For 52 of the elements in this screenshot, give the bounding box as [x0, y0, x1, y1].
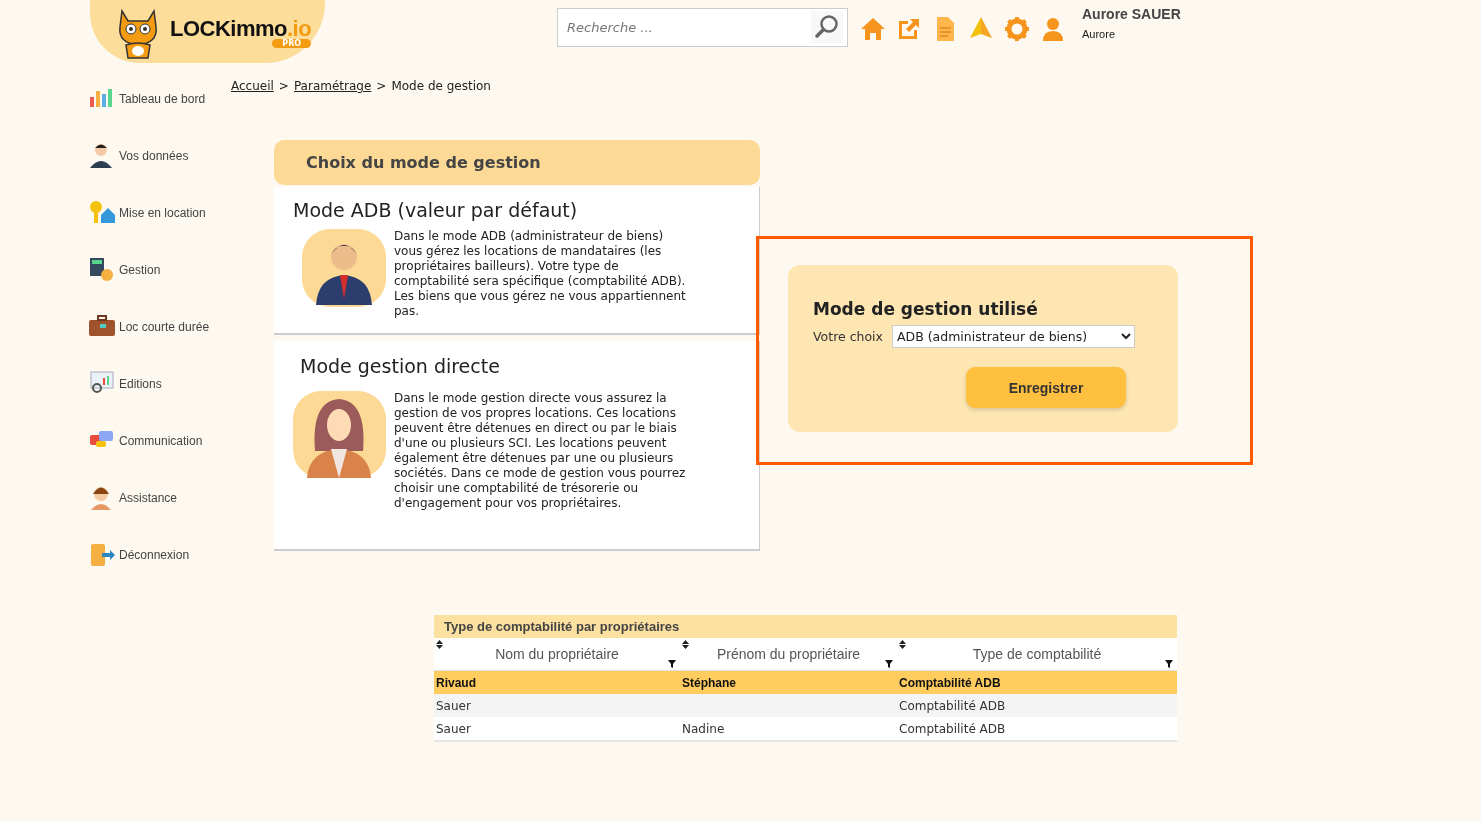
breadcrumb-link[interactable]: Paramétrage [293, 79, 372, 93]
panel-header: Choix du mode de gestion [274, 140, 760, 185]
table-cell-text: Nadine [681, 720, 726, 738]
sort-icon[interactable] [436, 640, 443, 649]
field-label: Votre choix [813, 329, 883, 344]
sidebar-item[interactable]: Déconnexion [88, 526, 231, 583]
filter-icon[interactable] [885, 660, 893, 668]
table-row[interactable]: Sauer Comptabilité ADB [434, 694, 1177, 717]
card-description: Dans le mode gestion directe vous assurez la gestion de vos propres locations. Ces locations peuvent être détenues en direct ou par le biais d'une ou plusieurs SCI. Les locations peuvent également être détenues par une ou plusieurs sociétés. Dans ce mode de gestion vous pourrez choisir une comptabilité de trésorerie ou d'engagement pour vos propriétaires. [394, 391, 687, 511]
mode-select[interactable]: ADB (administrateur de biens) [892, 325, 1135, 348]
sidebar-item[interactable]: Vos données [88, 127, 231, 184]
table-row[interactable]: Rivaud Stéphane Comptabilité ADB [434, 671, 1177, 694]
card-title: Mode ADB (valeur par défaut) [293, 199, 579, 221]
card-title: Mode gestion directe [300, 355, 501, 377]
table-cell-text: Comptabilité ADB [898, 720, 1007, 738]
user-name: Aurore SAUER [1082, 6, 1181, 22]
breadcrumb-current: Mode de gestion [391, 79, 491, 93]
table-row[interactable]: Sauer Nadine Comptabilité ADB [434, 717, 1177, 740]
search-field[interactable]: Recherche ... [557, 8, 848, 47]
filter-icon[interactable] [1165, 660, 1173, 668]
logo-badge: PRO [272, 38, 312, 48]
table-cell-text: Comptabilité ADB [898, 697, 1007, 715]
breadcrumb-separator: > [278, 79, 289, 93]
sidebar-item[interactable]: Mise en location [88, 184, 231, 241]
table-cell-text: Sauer [435, 697, 472, 715]
search-icon[interactable] [811, 11, 843, 43]
breadcrumb-link[interactable]: Accueil [231, 79, 274, 93]
save-button[interactable]: Enregistrer [966, 367, 1126, 408]
table-cell-text: Stéphane [681, 674, 737, 692]
settings-title: Mode de gestion utilisé [813, 299, 1039, 319]
table-title: Type de comptabilité par propriétaires [434, 615, 1177, 638]
sidebar-item[interactable]: Communication [88, 412, 231, 469]
woman-avatar-icon [293, 391, 386, 478]
column-header[interactable]: Type de comptabilité [897, 638, 1177, 671]
card-description: Dans le mode ADB (administrateur de biens) vous gérez les locations de mandataires (les propriétaires bailleurs). Votre type de comptabilité sera spécifique (comptabilité ADB). Les biens que vous gérez ne vous appartiennent pas. [394, 229, 687, 319]
user-first-name: Aurore [1082, 28, 1117, 40]
menu-item-icon [88, 255, 116, 284]
man-avatar-icon [302, 229, 386, 307]
sidebar-item[interactable]: Loc courte durée [88, 298, 231, 355]
sidebar-item[interactable]: Gestion [88, 241, 231, 298]
sidebar-item[interactable]: Assistance [88, 469, 231, 526]
table-cell-text: Comptabilité ADB [898, 674, 1002, 692]
breadcrumb-separator: > [376, 79, 387, 93]
filter-icon[interactable] [668, 660, 676, 668]
sidebar-item[interactable]: Editions [88, 355, 231, 412]
column-header[interactable]: Nom du propriétaire [434, 638, 680, 671]
sidebar-item[interactable]: Tableau de bord [88, 70, 231, 127]
sort-icon[interactable] [682, 640, 689, 649]
column-header[interactable]: Prénom du propriétaire [680, 638, 897, 671]
sort-icon[interactable] [899, 640, 906, 649]
table-cell-text: Rivaud [435, 674, 477, 692]
table-cell-text: Sauer [435, 720, 472, 738]
